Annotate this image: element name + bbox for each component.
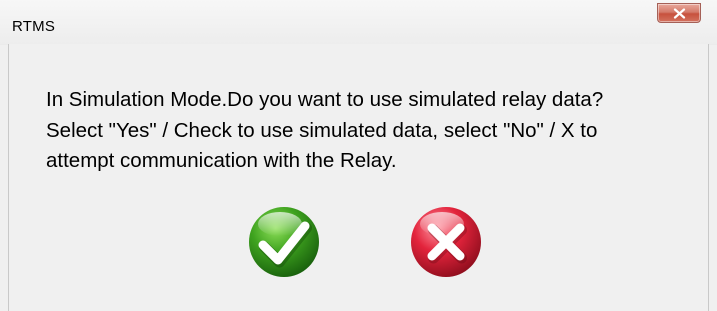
yes-button[interactable] — [247, 205, 321, 279]
close-button[interactable] — [657, 3, 701, 23]
dialog-window: RTMS In Simulation Mode.Do you want to u… — [0, 0, 717, 311]
red-x-icon — [411, 207, 481, 277]
message-line: attempt communication with the Relay. — [46, 149, 397, 172]
title-bar[interactable]: RTMS — [0, 0, 717, 45]
window-title: RTMS — [12, 18, 56, 35]
no-button[interactable] — [409, 205, 483, 279]
dialog-content: In Simulation Mode.Do you want to use si… — [8, 44, 709, 311]
message-line: Select "Yes" / Check to use simulated da… — [46, 118, 598, 142]
message-line: In Simulation Mode.Do you want to use si… — [46, 88, 604, 111]
dialog-message: In Simulation Mode.Do you want to use si… — [46, 85, 706, 177]
close-icon — [673, 8, 686, 19]
green-check-icon — [249, 207, 319, 277]
